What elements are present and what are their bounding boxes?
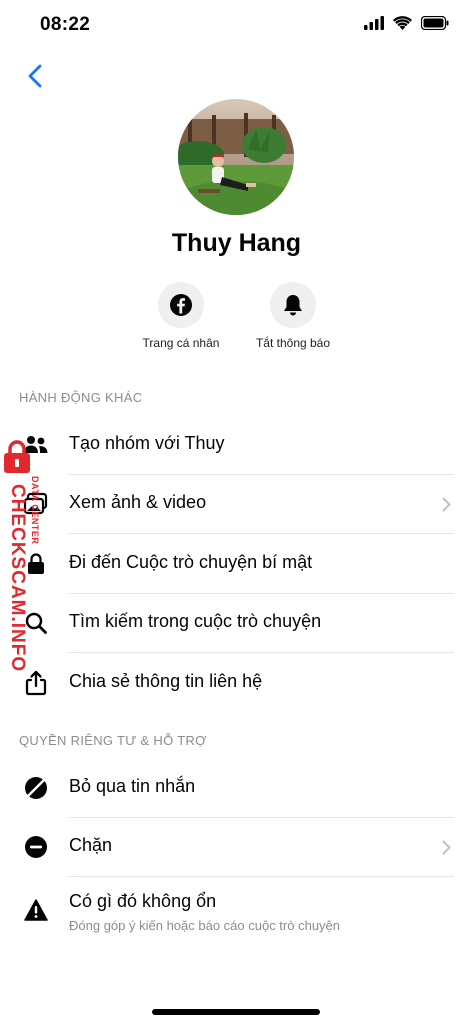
view-media-row[interactable]: Xem ảnh & video (0, 475, 473, 534)
search-icon (22, 609, 50, 637)
wifi-icon (393, 16, 412, 30)
search-conversation-row[interactable]: Tìm kiếm trong cuộc trò chuyện (0, 594, 473, 653)
ignore-messages-row[interactable]: Bỏ qua tin nhắn (0, 759, 473, 818)
chevron-left-icon (28, 64, 42, 88)
facebook-icon (170, 294, 192, 316)
avatar-photo (178, 99, 294, 215)
bell-icon (284, 295, 302, 316)
create-group-label: Tạo nhóm với Thuy (69, 433, 225, 453)
share-contact-row[interactable]: Chia sẻ thông tin liên hệ (0, 654, 473, 713)
status-bar: 08:22 (0, 0, 473, 52)
report-problem-label: Có gì đó không ổn (69, 891, 217, 911)
search-conversation-label: Tìm kiếm trong cuộc trò chuyện (69, 611, 322, 631)
divider (69, 652, 454, 653)
report-problem-row[interactable]: Có gì đó không ổn Đóng góp ý kiến hoặc b… (0, 877, 473, 945)
status-time: 08:22 (40, 14, 91, 35)
report-problem-sublabel: Đóng góp ý kiến hoặc báo cáo cuộc trò ch… (69, 918, 341, 933)
profile-name: Thuy Hang (171, 229, 302, 257)
profile-page-circle[interactable] (158, 282, 204, 328)
warning-icon (22, 896, 50, 924)
lock-chat-icon (22, 550, 50, 578)
mute-notifications-circle[interactable] (270, 282, 316, 328)
block-icon (22, 833, 50, 861)
signal-icon (364, 16, 384, 30)
share-icon (22, 669, 50, 697)
block-row[interactable]: Chặn (0, 818, 473, 877)
section-header-other-actions: HÀNH ĐỘNG KHÁC (19, 390, 143, 405)
avatar[interactable] (178, 99, 294, 215)
section-header-privacy: QUYỀN RIÊNG TƯ & HỖ TRỢ (19, 733, 207, 748)
chevron-right-icon (442, 497, 451, 512)
divider (69, 533, 454, 534)
view-media-label: Xem ảnh & video (69, 492, 207, 512)
home-indicator (152, 1009, 320, 1015)
back-button[interactable] (18, 58, 52, 94)
share-contact-label: Chia sẻ thông tin liên hệ (69, 671, 263, 691)
media-icon (22, 490, 50, 518)
mute-notifications-label: Tắt thông báo (255, 336, 331, 350)
group-icon (22, 431, 50, 459)
ignore-icon (22, 774, 50, 802)
battery-icon (421, 16, 449, 30)
mute-notifications-button[interactable]: Tắt thông báo (223, 282, 363, 350)
block-label: Chặn (69, 835, 113, 855)
secret-conversation-label: Đi đến Cuộc trò chuyện bí mật (69, 552, 313, 572)
chevron-right-icon (442, 840, 451, 855)
secret-conversation-row[interactable]: Đi đến Cuộc trò chuyện bí mật (0, 535, 473, 594)
create-group-row[interactable]: Tạo nhóm với Thuy (0, 416, 473, 475)
status-icons (364, 16, 449, 30)
ignore-messages-label: Bỏ qua tin nhắn (69, 776, 196, 796)
